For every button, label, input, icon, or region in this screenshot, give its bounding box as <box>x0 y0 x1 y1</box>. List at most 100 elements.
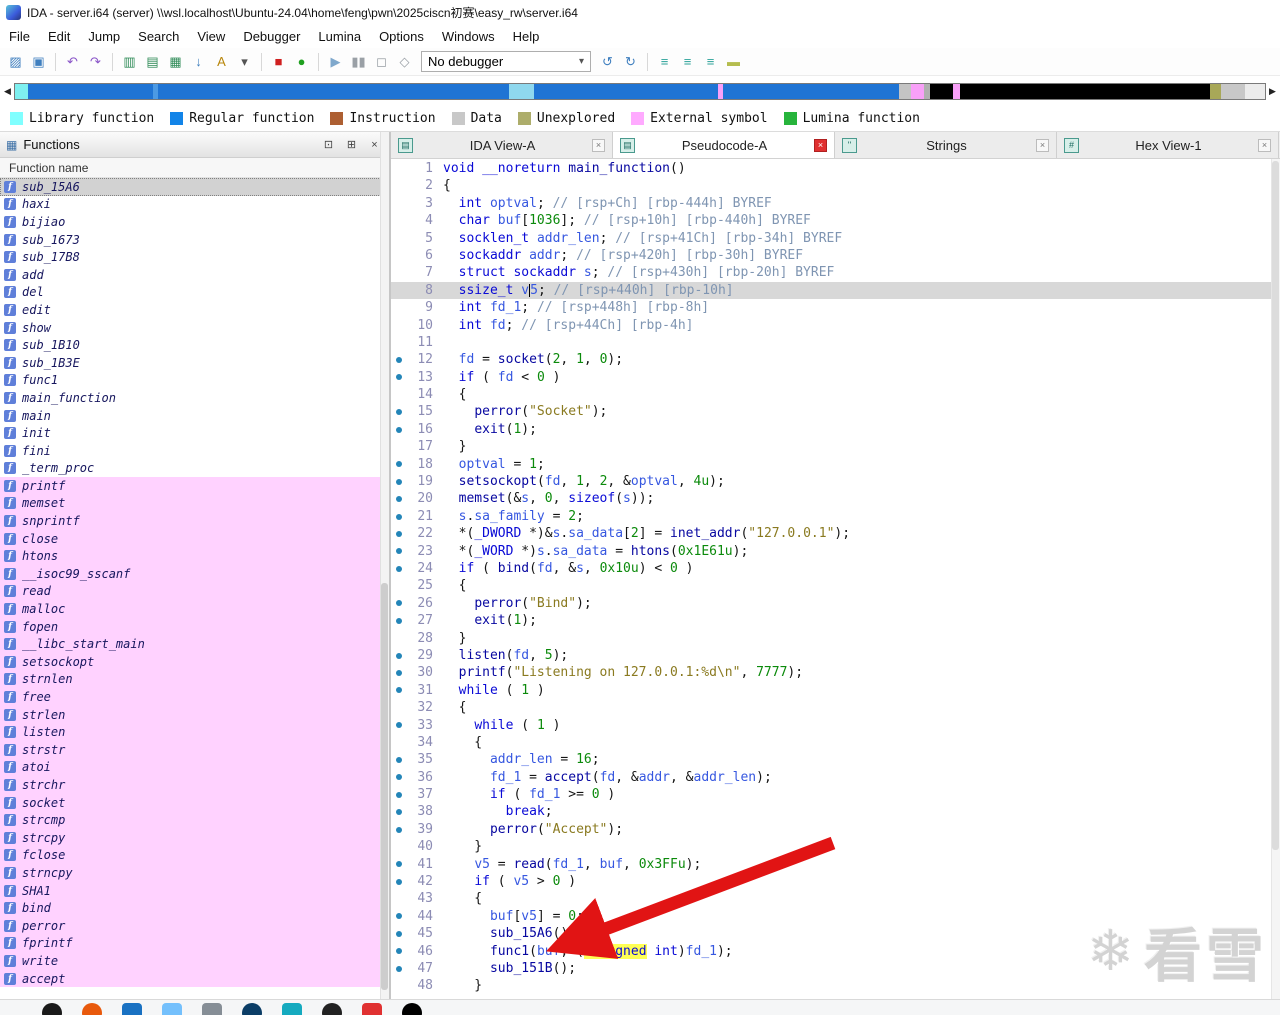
function-item-init[interactable]: f init <box>0 424 389 442</box>
functions-scrollbar[interactable] <box>380 132 389 999</box>
code-line-29[interactable]: 29 listen(fd, 5); <box>391 647 1280 664</box>
code-line-20[interactable]: 20 memset(&s, 0, sizeof(s)); <box>391 490 1280 507</box>
window-list-3-button[interactable]: ≡ <box>700 51 721 72</box>
code-line-31[interactable]: 31 while ( 1 ) <box>391 682 1280 699</box>
function-item-sub-1673[interactable]: f sub_1673 <box>0 231 389 249</box>
stop-button[interactable]: ◻ <box>371 51 392 72</box>
function-item-del[interactable]: f del <box>0 284 389 302</box>
navband-segment[interactable] <box>15 83 28 99</box>
function-item-sub-15a6[interactable]: f sub_15A6 <box>0 178 389 196</box>
functions-panel-header[interactable]: ▦ Functions ⊡ ⊞ × <box>0 132 389 158</box>
code-line-6[interactable]: 6 sockaddr addr; // [rsp+420h] [rbp-30h]… <box>391 247 1280 264</box>
code-line-23[interactable]: 23 *(_WORD *)s.sa_data = htons(0x1E61u); <box>391 543 1280 560</box>
function-item-edit[interactable]: f edit <box>0 301 389 319</box>
window-list-2-button[interactable]: ≡ <box>677 51 698 72</box>
function-item-fclose[interactable]: f fclose <box>0 846 389 865</box>
function-item-main[interactable]: f main <box>0 407 389 425</box>
function-item-listen[interactable]: f listen <box>0 723 389 741</box>
code-line-15[interactable]: 15 perror("Socket"); <box>391 403 1280 420</box>
navband-segment[interactable] <box>1221 83 1245 99</box>
tab-close-icon[interactable]: × <box>1258 138 1271 152</box>
menu-search[interactable]: Search <box>129 26 188 47</box>
code-line-1[interactable]: 1 void __noreturn main_function() <box>391 160 1280 177</box>
color-button[interactable]: A <box>211 51 232 72</box>
navband-segment[interactable] <box>898 83 912 99</box>
code-line-12[interactable]: 12 fd = socket(2, 1, 0); <box>391 351 1280 368</box>
code-line-48[interactable]: 48 } <box>391 977 1280 994</box>
code-line-38[interactable]: 38 break; <box>391 803 1280 820</box>
navband-left-arrow-icon[interactable]: ◀ <box>3 86 12 97</box>
code-line-17[interactable]: 17 } <box>391 438 1280 455</box>
function-item-main-function[interactable]: f main_function <box>0 389 389 407</box>
functions-button[interactable]: ▦ <box>165 51 186 72</box>
function-item-socket[interactable]: f socket <box>0 793 389 812</box>
function-item-perror[interactable]: f perror <box>0 916 389 935</box>
function-item-sub-1b3e[interactable]: f sub_1B3E <box>0 354 389 372</box>
redo-button[interactable]: ↷ <box>85 51 106 72</box>
navigation-band[interactable] <box>14 82 1266 100</box>
code-line-26[interactable]: 26 perror("Bind"); <box>391 595 1280 612</box>
menu-jump[interactable]: Jump <box>79 26 129 47</box>
names-button[interactable]: ▤ <box>142 51 163 72</box>
open-file-button[interactable]: ▨ <box>5 51 26 72</box>
function-item-close[interactable]: f close <box>0 529 389 548</box>
function-item-read[interactable]: f read <box>0 582 389 601</box>
code-line-2[interactable]: 2{ <box>391 177 1280 194</box>
tab-close-icon[interactable]: × <box>592 138 605 152</box>
code-line-27[interactable]: 27 exit(1); <box>391 612 1280 629</box>
tab-strings[interactable]: '' Strings × <box>835 132 1057 158</box>
code-line-24[interactable]: 24 if ( bind(fd, &s, 0x10u) < 0 ) <box>391 560 1280 577</box>
code-line-46[interactable]: 46 func1(buf, (unsigned int)fd_1); <box>391 943 1280 960</box>
function-item-bijiao[interactable]: f bijiao <box>0 213 389 231</box>
panel-restore-icon[interactable]: ⊡ <box>320 136 337 153</box>
code-line-25[interactable]: 25 { <box>391 577 1280 594</box>
code-line-21[interactable]: 21 s.sa_family = 2; <box>391 508 1280 525</box>
menu-file[interactable]: File <box>0 26 39 47</box>
jump-button[interactable]: ↓ <box>188 51 209 72</box>
function-item-term-proc[interactable]: f _term_proc <box>0 460 389 478</box>
taskbar-app-3[interactable] <box>122 1003 142 1015</box>
stop-record-button[interactable]: ■ <box>268 51 289 72</box>
function-item-sub-17b8[interactable]: f sub_17B8 <box>0 248 389 266</box>
function-item-haxi[interactable]: f haxi <box>0 196 389 214</box>
function-item-libc-start-main[interactable]: f __libc_start_main <box>0 635 389 654</box>
navband-segment[interactable] <box>960 83 1210 99</box>
navband-segment[interactable] <box>722 83 899 99</box>
functions-scrollbar-thumb[interactable] <box>381 582 388 991</box>
taskbar-app-1[interactable] <box>42 1003 62 1015</box>
navband-segment[interactable] <box>1210 83 1222 99</box>
function-item-fini[interactable]: f fini <box>0 442 389 460</box>
tab-close-icon[interactable]: × <box>814 138 827 152</box>
function-item-setsockopt[interactable]: f setsockopt <box>0 653 389 671</box>
code-line-14[interactable]: 14 { <box>391 386 1280 403</box>
navband-segment[interactable] <box>508 83 534 99</box>
function-item-snprintf[interactable]: f snprintf <box>0 512 389 530</box>
menu-lumina[interactable]: Lumina <box>309 26 370 47</box>
menu-options[interactable]: Options <box>370 26 433 47</box>
code-line-16[interactable]: 16 exit(1); <box>391 421 1280 438</box>
debugger-select[interactable]: No debugger ▾ <box>421 51 591 72</box>
refresh-button[interactable]: ↻ <box>620 51 641 72</box>
navband-segment[interactable] <box>157 83 509 99</box>
navband-segment[interactable] <box>930 83 953 99</box>
navband-segment[interactable] <box>952 83 960 99</box>
tab-ida-view-a[interactable]: ▤ IDA View-A × <box>391 132 613 158</box>
navband-segment[interactable] <box>533 83 718 99</box>
start-record-button[interactable]: ● <box>291 51 312 72</box>
code-line-28[interactable]: 28 } <box>391 630 1280 647</box>
code-line-42[interactable]: 42 if ( v5 > 0 ) <box>391 873 1280 890</box>
function-item-free[interactable]: f free <box>0 688 389 706</box>
code-line-11[interactable]: 11 <box>391 334 1280 351</box>
color-dropdown-button[interactable]: ▾ <box>234 51 255 72</box>
function-item-add[interactable]: f add <box>0 266 389 284</box>
function-item-atoi[interactable]: f atoi <box>0 758 389 777</box>
band-mini-button[interactable]: ▬ <box>723 51 744 72</box>
tab-hex-view-1[interactable]: # Hex View-1 × <box>1057 132 1279 158</box>
taskbar-app-6[interactable] <box>242 1003 262 1015</box>
window-list-1-button[interactable]: ≡ <box>654 51 675 72</box>
function-name-column-header[interactable]: Function name <box>0 158 389 178</box>
code-line-5[interactable]: 5 socklen_t addr_len; // [rsp+41Ch] [rbp… <box>391 230 1280 247</box>
function-item-isoc99-sscanf[interactable]: f __isoc99_sscanf <box>0 565 389 583</box>
function-item-strnlen[interactable]: f strnlen <box>0 670 389 689</box>
menu-help[interactable]: Help <box>504 26 549 47</box>
